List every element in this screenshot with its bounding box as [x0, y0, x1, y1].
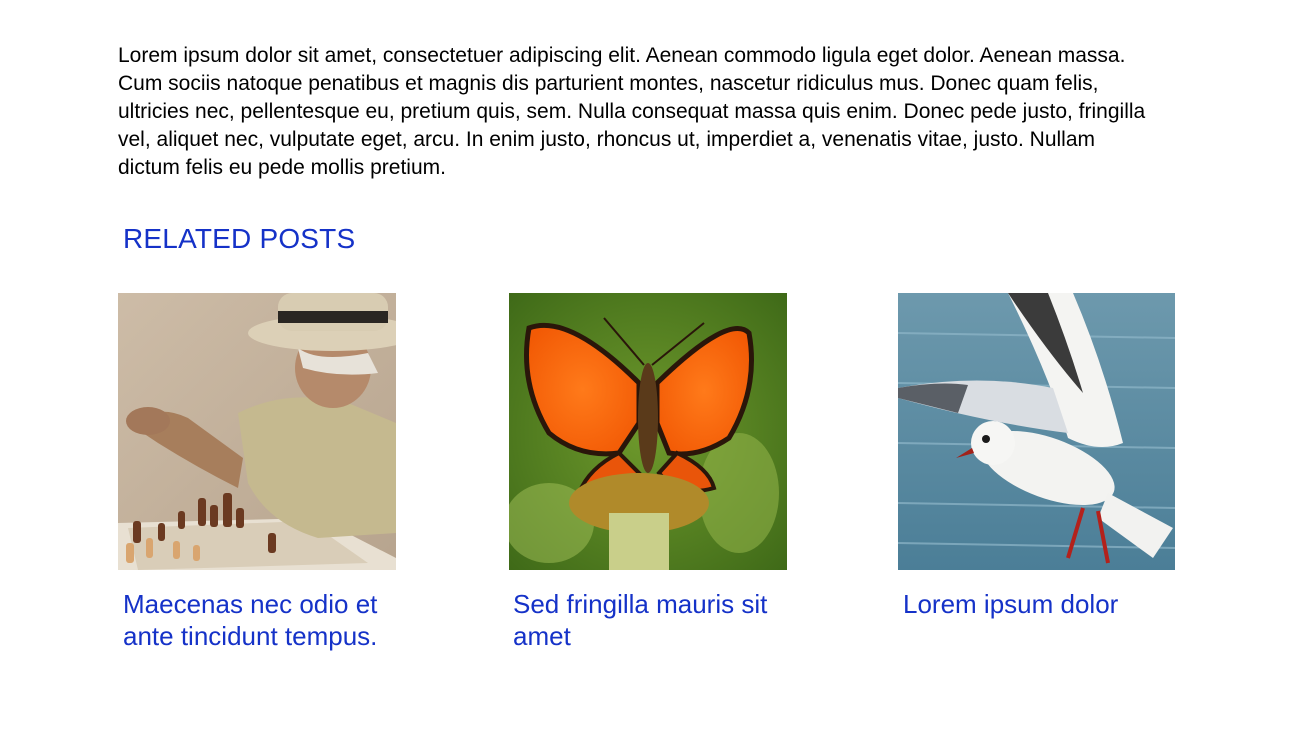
related-posts-heading: RELATED POSTS	[123, 223, 356, 254]
related-posts-list: Maecenas nec odio et ante tincidunt temp…	[0, 293, 1290, 673]
chess-player-thumbnail[interactable]	[118, 293, 396, 570]
article-body-text: Lorem ipsum dolor sit amet, consectetuer…	[118, 44, 1146, 179]
chess-player-image	[118, 293, 396, 570]
related-post-title-link[interactable]: Lorem ipsum dolor	[903, 588, 1193, 620]
related-post-card: Maecenas nec odio et ante tincidunt temp…	[118, 293, 418, 652]
butterfly-image	[509, 293, 787, 570]
seagull-thumbnail[interactable]	[898, 293, 1175, 570]
related-post-card: Sed fringilla mauris sit amet	[509, 293, 809, 652]
related-post-title-link[interactable]: Maecenas nec odio et ante tincidunt temp…	[123, 588, 403, 652]
butterfly-thumbnail[interactable]	[509, 293, 787, 570]
related-post-card: Lorem ipsum dolor	[898, 293, 1198, 620]
seagull-image	[898, 293, 1175, 570]
related-post-title-link[interactable]: Sed fringilla mauris sit amet	[513, 588, 798, 652]
